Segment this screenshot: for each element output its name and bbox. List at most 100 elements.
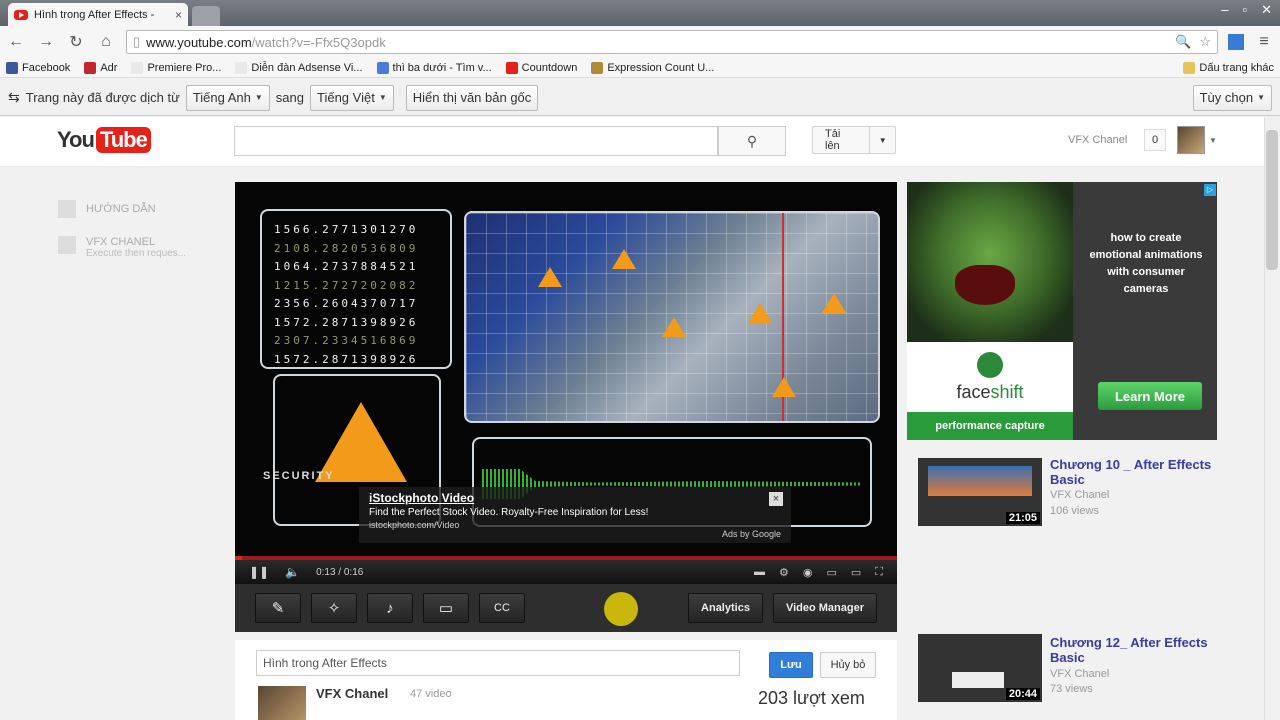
options-label: Tùy chọn xyxy=(1199,90,1254,105)
fullscreen-icon[interactable]: ⛶ xyxy=(875,566,883,579)
avatar[interactable] xyxy=(1177,126,1205,154)
adchoices-icon[interactable]: ▷ xyxy=(1204,184,1216,196)
menu-icon[interactable]: ≡ xyxy=(1254,33,1274,51)
upload-label: Tải lên xyxy=(825,128,841,152)
options-select[interactable]: Tùy chọn ▼ xyxy=(1192,84,1272,111)
close-tab-icon[interactable]: × xyxy=(175,8,182,22)
guide-item-channel[interactable]: VFX CHANEL Execute then reques... xyxy=(58,236,186,259)
captions-icon[interactable]: ▬ xyxy=(754,566,765,579)
extension-icon[interactable] xyxy=(1228,34,1244,50)
large-player-icon[interactable]: ▭ xyxy=(851,566,861,579)
map-panel xyxy=(464,211,880,423)
related-thumbnail[interactable]: 20:44 xyxy=(918,634,1042,702)
channel-avatar[interactable] xyxy=(258,686,306,720)
bookmark-item[interactable]: Adr xyxy=(84,61,117,74)
translate-bar: ⇆ Trang này đã được dịch từ Tiếng Anh ▼ s… xyxy=(0,80,1280,116)
video-manager-button[interactable]: Video Manager xyxy=(772,593,877,623)
zoom-icon[interactable]: 🔍 xyxy=(1175,34,1191,50)
search-icon: ⚲ xyxy=(746,132,758,149)
to-word: sang xyxy=(275,90,304,105)
analytics-button[interactable]: Analytics xyxy=(688,593,763,623)
other-bookmarks[interactable]: Dấu trang khác xyxy=(1183,61,1274,74)
related-channel: VFX Chanel xyxy=(1050,489,1110,501)
bookmark-item[interactable]: Diễn đàn Adsense Vi... xyxy=(235,61,363,74)
edit-pencil-icon[interactable]: ✎ xyxy=(255,593,301,623)
small-player-icon[interactable]: ▭ xyxy=(826,566,836,579)
guide-item-guide[interactable]: HƯỚNG DẪN xyxy=(58,200,156,218)
bookmarks-bar: Facebook Adr Premiere Pro... Diễn đàn Adsen… xyxy=(0,58,1280,78)
home-icon[interactable]: ⌂ xyxy=(96,33,116,51)
video-player[interactable]: 1566.2771301270 2108.2820536809 1064.27378… xyxy=(235,182,897,558)
bookmark-label: thì ba dưới - Tìm v... xyxy=(392,61,492,74)
from-language-label: Tiếng Anh xyxy=(192,90,251,105)
related-thumbnail[interactable]: 21:05 xyxy=(918,458,1042,526)
time-display: 0:13 / 0:16 xyxy=(316,566,364,578)
bookmark-item[interactable]: Facebook xyxy=(6,61,70,74)
close-icon[interactable]: × xyxy=(769,492,783,506)
maximize-icon[interactable]: ▫ xyxy=(1242,2,1247,18)
learn-more-button[interactable]: Learn More xyxy=(1098,382,1202,410)
new-tab-button[interactable] xyxy=(192,6,220,26)
bookmark-label: Diễn đàn Adsense Vi... xyxy=(251,61,363,74)
browser-tab-active[interactable]: Hình trong After Effects - × xyxy=(8,3,188,26)
captions-icon[interactable]: CC xyxy=(479,593,525,623)
player-controls: ❚❚ 🔈 0:13 / 0:16 ▬ ⚙ ◉ ▭ ▭ ⛶ xyxy=(235,560,897,584)
settings-icon[interactable]: ⚙ xyxy=(779,566,789,579)
bookmark-label: Expression Count U... xyxy=(607,61,715,74)
chevron-down-icon[interactable]: ▼ xyxy=(869,127,895,153)
bookmark-item[interactable]: Expression Count U... xyxy=(591,61,715,74)
upload-button[interactable]: Tải lên ▼ xyxy=(812,126,896,154)
cancel-button[interactable]: Hủy bỏ xyxy=(820,652,876,678)
security-text: SECURITY xyxy=(263,470,335,482)
ad-overlay[interactable]: iStockphoto Video Find the Perfect Stock… xyxy=(359,487,791,543)
bookmark-item[interactable]: Premiere Pro... xyxy=(131,61,221,74)
chevron-down-icon[interactable]: ▼ xyxy=(1209,136,1217,145)
ad-description: Find the Perfect Stock Video. Royalty-Fr… xyxy=(369,507,649,518)
ad-title[interactable]: iStockphoto Video xyxy=(369,491,781,505)
address-bar[interactable]: ▯ www.youtube.com/watch?v=-Ffx5Q3opdk 🔍 … xyxy=(126,30,1218,54)
youtube-logo[interactable]: You Tube xyxy=(57,127,151,153)
related-title[interactable]: Chương 12_ After Effects Basic xyxy=(1050,635,1240,665)
search-input[interactable] xyxy=(234,126,718,156)
search-button[interactable]: ⚲ xyxy=(718,126,786,156)
show-original-button[interactable]: Hiển thị văn bản gốc xyxy=(405,84,539,111)
audio-music-icon[interactable]: ♪ xyxy=(367,593,413,623)
volume-icon[interactable]: 🔈 xyxy=(285,565,300,579)
pause-icon[interactable]: ❚❚ xyxy=(249,565,269,579)
chevron-down-icon: ▼ xyxy=(1257,93,1265,102)
ad-url[interactable]: istockphoto.com/Video xyxy=(369,520,781,530)
close-window-icon[interactable]: ✕ xyxy=(1261,2,1272,18)
hazard-icon xyxy=(772,377,796,397)
annotations-icon[interactable]: ▭ xyxy=(423,593,469,623)
scrollbar-thumb[interactable] xyxy=(1266,130,1278,270)
ad-image[interactable] xyxy=(907,182,1073,342)
minimize-icon[interactable]: – xyxy=(1221,2,1228,18)
related-title[interactable]: Chương 10 _ After Effects Basic xyxy=(1050,457,1240,487)
related-views: 106 views xyxy=(1050,505,1099,517)
bookmark-item[interactable]: Countdown xyxy=(505,61,577,74)
back-icon[interactable]: ← xyxy=(6,33,26,51)
folder-icon xyxy=(1183,61,1196,74)
forward-icon[interactable]: → xyxy=(36,33,56,51)
number-line: 1572.2871398926 xyxy=(274,315,419,329)
annotations-icon[interactable]: ◉ xyxy=(803,566,813,579)
star-icon[interactable]: ☆ xyxy=(1199,34,1211,50)
from-language-select[interactable]: Tiếng Anh ▼ xyxy=(185,84,270,111)
brand-mark-icon xyxy=(977,351,1003,378)
guide-label: VFX CHANEL xyxy=(86,236,156,248)
account-channel-name[interactable]: VFX Chanel xyxy=(1068,134,1127,146)
bookmark-favicon-icon xyxy=(6,61,18,74)
translate-message: Trang này đã được dịch từ xyxy=(25,90,180,105)
enhance-wand-icon[interactable]: ✧ xyxy=(311,593,357,623)
title-input[interactable]: Hình trong After Effects xyxy=(256,650,740,676)
to-language-select[interactable]: Tiếng Việt ▼ xyxy=(310,84,394,111)
bookmark-item[interactable]: thì ba dưới - Tìm v... xyxy=(376,61,492,74)
owner-video-count: 47 video xyxy=(410,688,452,700)
hazard-icon xyxy=(822,293,846,313)
notification-count[interactable]: 0 xyxy=(1144,129,1166,151)
related-views: 73 views xyxy=(1050,683,1093,695)
owner-name[interactable]: VFX Chanel xyxy=(316,686,388,701)
url-path: /watch?v=-Ffx5Q3opdk xyxy=(251,34,386,50)
save-button[interactable]: Lưu xyxy=(769,652,813,678)
reload-icon[interactable]: ↻ xyxy=(66,32,86,52)
